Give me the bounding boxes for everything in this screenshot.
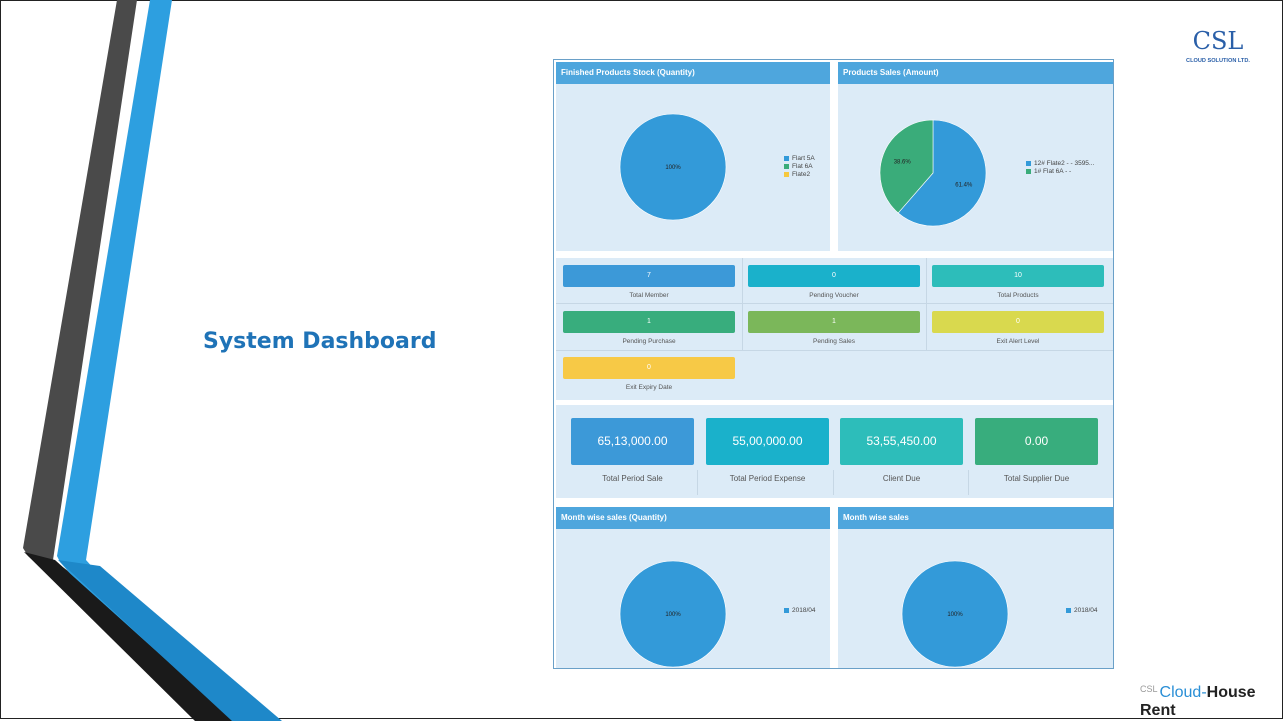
month-qty-panel: Month wise sales (Quantity) 100% 2018/04	[556, 507, 830, 668]
legend-swatch	[784, 155, 789, 161]
legend-swatch	[784, 607, 789, 613]
stat-value: 7	[563, 265, 735, 287]
legend-item: Flat 6A	[784, 163, 815, 171]
legend-swatch	[1026, 168, 1031, 174]
pie-slice-label: 61.4%	[955, 183, 973, 189]
svg-text:CSL: CSL	[1193, 27, 1244, 55]
stat-label: Exit Expiry Date	[625, 384, 673, 391]
total-label: Total Supplier Due	[1003, 474, 1070, 483]
col-divider	[968, 470, 969, 495]
stat-label: Pending Purchase	[622, 338, 676, 345]
stat-exit-expiry-date[interactable]: 0 Exit Expiry Date	[563, 357, 735, 391]
sales-legend: 12# Flate2 - - 3595... 1# Flat 6A - -	[1026, 160, 1094, 176]
stat-label: Pending Voucher	[809, 292, 859, 299]
legend-swatch	[784, 171, 789, 177]
stat-exit-alert-level[interactable]: 0 Exit Alert Level	[932, 311, 1104, 345]
total-value: 65,13,000.00	[571, 418, 694, 465]
total-supplier-due[interactable]: 0.00 Total Supplier Due	[975, 418, 1098, 483]
sales-panel: Products Sales (Amount) 61.4% 38.6% 12# F…	[838, 62, 1113, 251]
pie-slice-label: 38.6%	[894, 159, 912, 165]
stat-total-products[interactable]: 10 Total Products	[932, 265, 1104, 299]
row-divider	[556, 350, 1113, 351]
sales-panel-title: Products Sales (Amount)	[838, 62, 1113, 84]
stat-value: 1	[748, 311, 920, 333]
month-qty-pie-chart: 100%	[619, 560, 727, 668]
csl-logo-icon: CSL CLOUD SOLUTION LTD.	[1186, 27, 1250, 64]
pie-slice-label: 100%	[665, 612, 681, 618]
slide-title: System Dashboard	[203, 329, 437, 354]
brand-mark: CSL	[1140, 684, 1158, 694]
stock-legend: Flart 5A Flat 6A Flate2	[784, 155, 815, 179]
pie-slice-label: 100%	[947, 612, 963, 618]
stat-label: Pending Sales	[813, 338, 855, 345]
stock-panel-title: Finished Products Stock (Quantity)	[556, 62, 830, 84]
deco-dark-bar	[24, 552, 234, 721]
month-sales-legend: 2018/04	[1066, 607, 1098, 615]
col-divider	[697, 470, 698, 495]
stat-value: 10	[932, 265, 1104, 287]
legend-item: 2018/04	[1066, 607, 1098, 615]
total-period-expense[interactable]: 55,00,000.00 Total Period Expense	[706, 418, 829, 483]
legend-item: Flart 5A	[784, 155, 815, 163]
month-sales-panel: Month wise sales 100% 2018/04	[838, 507, 1113, 668]
company-logo: CSL CLOUD SOLUTION LTD.	[1168, 22, 1268, 70]
col-divider	[833, 470, 834, 495]
total-value: 55,00,000.00	[706, 418, 829, 465]
totals-row: 65,13,000.00 Total Period Sale 55,00,000…	[556, 405, 1113, 498]
stat-label: Total Member	[629, 292, 669, 299]
brand-cloud: Cloud-	[1159, 684, 1207, 701]
deco-blue-bar	[58, 560, 282, 721]
stat-pending-purchase[interactable]: 1 Pending Purchase	[563, 311, 735, 345]
month-sales-panel-title: Month wise sales	[838, 507, 1113, 529]
total-label: Client Due	[882, 474, 921, 483]
total-value: 53,55,450.00	[840, 418, 963, 465]
total-label: Total Period Sale	[602, 474, 663, 483]
pie-slice-label: 100%	[665, 165, 681, 171]
svg-text:CLOUD SOLUTION LTD.: CLOUD SOLUTION LTD.	[1186, 58, 1250, 64]
stat-pending-sales[interactable]: 1 Pending Sales	[748, 311, 920, 345]
legend-swatch	[1026, 160, 1031, 166]
stat-value: 1	[563, 311, 735, 333]
stat-pending-voucher[interactable]: 0 Pending Voucher	[748, 265, 920, 299]
month-qty-panel-title: Month wise sales (Quantity)	[556, 507, 830, 529]
month-qty-legend: 2018/04	[784, 607, 816, 615]
legend-swatch	[1066, 607, 1071, 613]
footer-brand: CSL Cloud-House Rent	[1140, 684, 1285, 720]
col-divider	[742, 258, 743, 350]
legend-item: 1# Flat 6A - -	[1026, 168, 1094, 176]
stat-total-member[interactable]: 7 Total Member	[563, 265, 735, 299]
stats-grid: 7 Total Member 0 Pending Voucher 10 Tota…	[556, 258, 1113, 400]
total-value: 0.00	[975, 418, 1098, 465]
total-label: Total Period Expense	[729, 474, 806, 483]
stock-panel: Finished Products Stock (Quantity) 100% …	[556, 62, 830, 251]
total-period-sale[interactable]: 65,13,000.00 Total Period Sale	[571, 418, 694, 483]
legend-swatch	[784, 163, 789, 169]
stat-value: 0	[748, 265, 920, 287]
client-due[interactable]: 53,55,450.00 Client Due	[840, 418, 963, 483]
legend-item: 12# Flate2 - - 3595...	[1026, 160, 1094, 168]
legend-item: Flate2	[784, 171, 815, 179]
col-divider	[926, 258, 927, 350]
dashboard-screenshot: Finished Products Stock (Quantity) 100% …	[553, 59, 1114, 669]
row-divider	[556, 303, 1113, 304]
stat-value: 0	[563, 357, 735, 379]
stat-label: Exit Alert Level	[996, 338, 1040, 345]
stat-label: Total Products	[997, 292, 1039, 299]
month-sales-pie-chart: 100%	[901, 560, 1009, 668]
stat-value: 0	[932, 311, 1104, 333]
legend-item: 2018/04	[784, 607, 816, 615]
